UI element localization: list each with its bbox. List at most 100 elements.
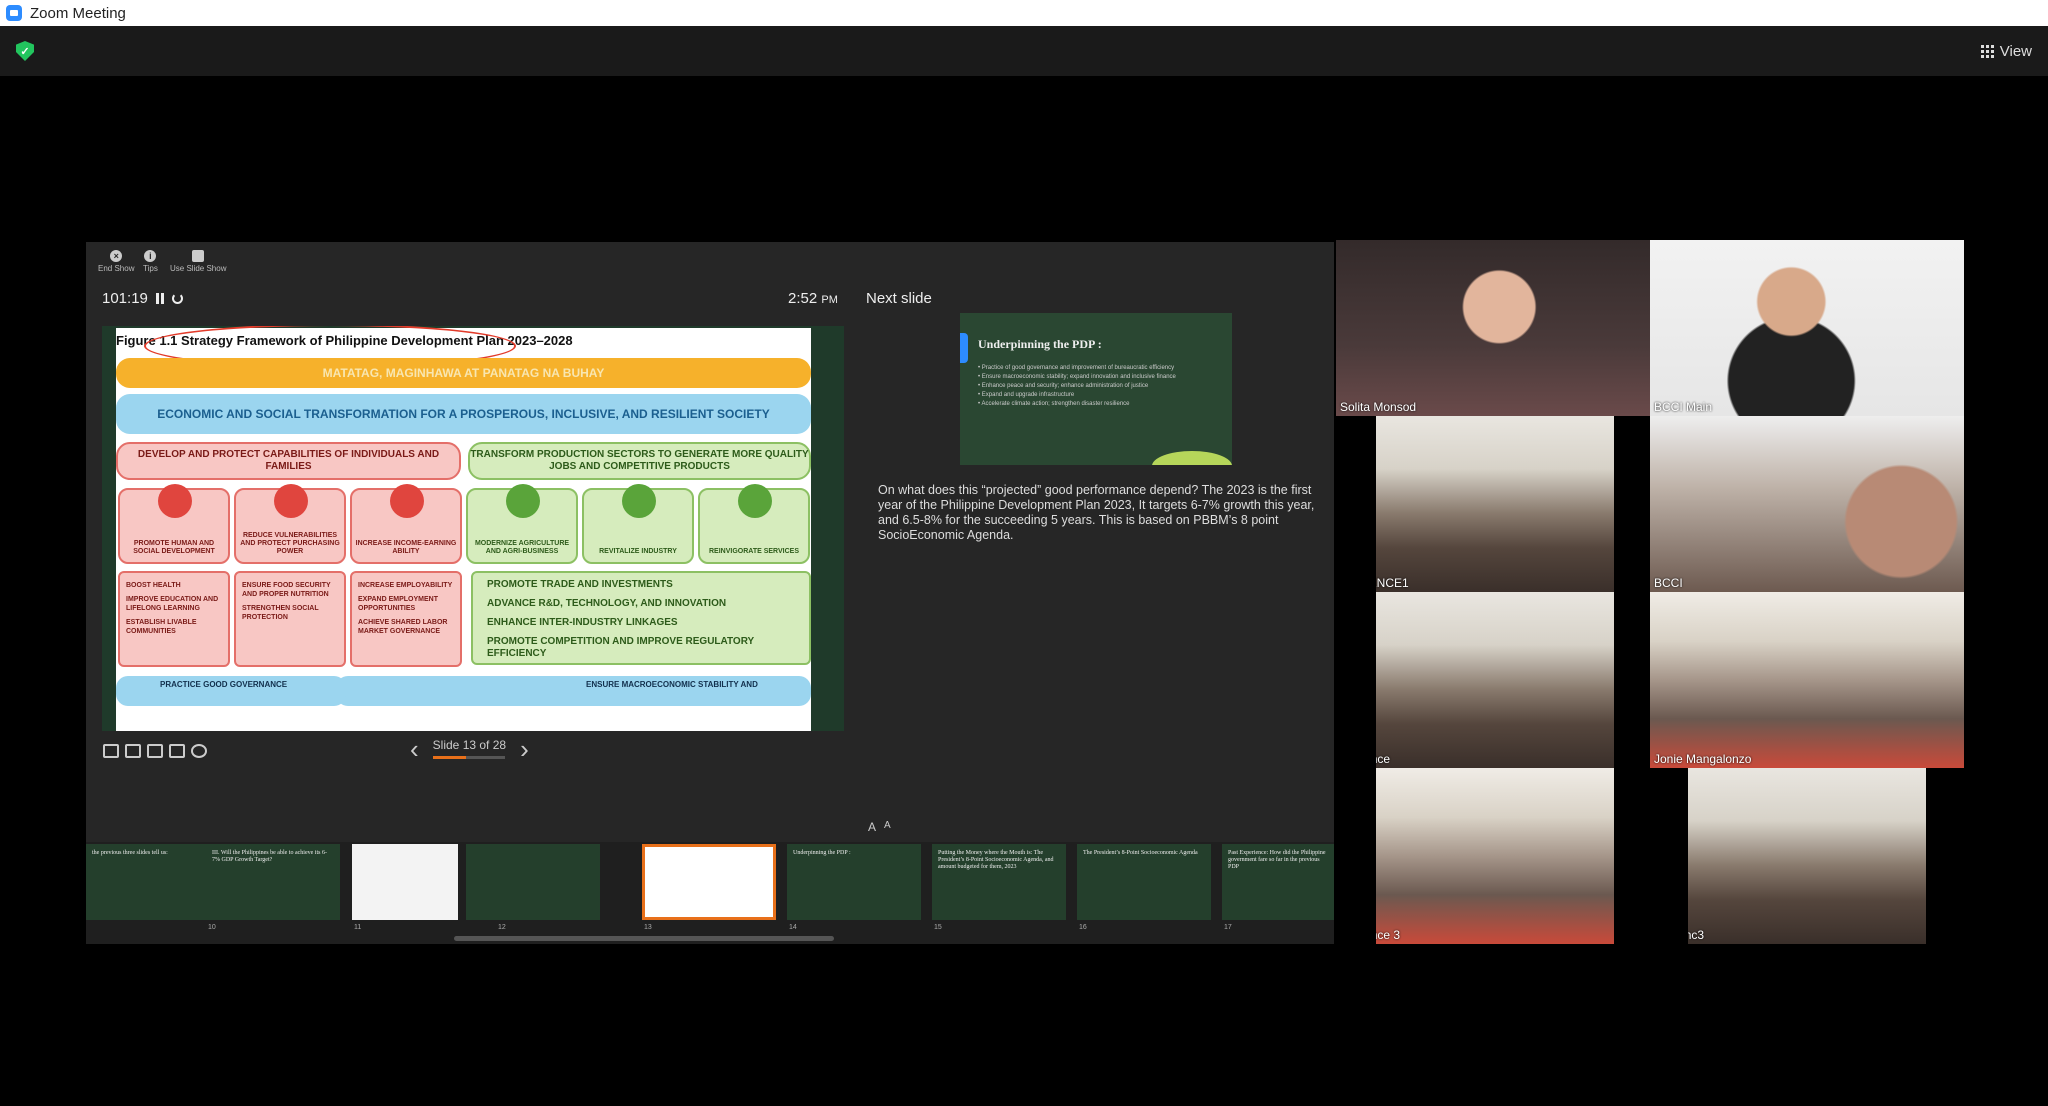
slide-thumbnail[interactable] bbox=[466, 844, 600, 920]
slide-canvas: Figure 1.1 Strategy Framework of Philipp… bbox=[116, 326, 811, 731]
slide-thumbnail-strip: the previous three slides tell us: III. … bbox=[86, 842, 1334, 944]
slide-navigation: ‹ Slide 13 of 28 › bbox=[410, 736, 529, 762]
participant-name: BCCI bbox=[1654, 576, 1683, 590]
pillar: PROMOTE HUMAN AND SOCIAL DEVELOPMENT bbox=[118, 484, 230, 564]
participant-name: Audience 3 bbox=[1340, 928, 1401, 942]
tips-button[interactable]: i Tips bbox=[143, 250, 158, 273]
video-tile[interactable]: BCCI bbox=[1650, 416, 1964, 592]
list-item: Expand and upgrade infrastructure bbox=[978, 391, 1214, 400]
pillar-icon bbox=[158, 484, 192, 518]
thumbnail-number: 11 bbox=[354, 924, 362, 931]
pillar: REINVIGORATE SERVICES bbox=[698, 484, 810, 564]
thumbnail-scrollbar[interactable] bbox=[454, 936, 834, 941]
pillar-icon bbox=[738, 484, 772, 518]
slide-curve bbox=[1152, 451, 1232, 465]
strategy-column: INCREASE EMPLOYABILITY EXPAND EMPLOYMENT … bbox=[350, 571, 462, 667]
participant-name: Solita Monsod bbox=[1340, 400, 1417, 414]
video-tile[interactable]: Audienc3 bbox=[1650, 768, 1926, 944]
pen-icon[interactable] bbox=[103, 744, 119, 758]
view-button-label: View bbox=[1999, 42, 2032, 60]
grid-view-icon bbox=[1980, 44, 1994, 58]
elapsed-timer: 101:19 bbox=[102, 290, 183, 307]
captions-icon[interactable] bbox=[147, 744, 163, 758]
production-band: TRANSFORM PRODUCTION SECTORS TO GENERATE… bbox=[468, 442, 811, 480]
video-tile[interactable]: Audience 3 bbox=[1336, 768, 1614, 944]
elapsed-time: 101:19 bbox=[102, 290, 148, 307]
slideshow-icon bbox=[192, 250, 205, 262]
meeting-topbar: ✓ View bbox=[0, 26, 2048, 76]
pause-icon[interactable] bbox=[155, 293, 164, 304]
strategy-column: BOOST HEALTH IMPROVE EDUCATION AND LIFELO… bbox=[118, 571, 230, 667]
decrease-font-button[interactable]: A bbox=[884, 820, 891, 834]
capabilities-band: DEVELOP AND PROTECT CAPABILITIES OF INDI… bbox=[116, 442, 461, 480]
pillar: MODERNIZE AGRICULTURE AND AGRI-BUSINESS bbox=[466, 484, 578, 564]
pillar-icon bbox=[506, 484, 540, 518]
list-item: Enhance peace and security; enhance admi… bbox=[978, 382, 1214, 391]
slide-thumbnail[interactable]: Putting the Money where the Mouth is: Th… bbox=[932, 844, 1066, 920]
slide-thumbnail-selected[interactable] bbox=[642, 844, 776, 920]
list-item: Accelerate climate action; strengthen di… bbox=[978, 400, 1214, 409]
pillar-icon bbox=[274, 484, 308, 518]
current-slide: Figure 1.1 Strategy Framework of Philipp… bbox=[102, 326, 844, 731]
slide-counter-label: Slide 13 of 28 bbox=[432, 738, 507, 752]
slide-thumbnail[interactable]: III. Will the Philippines be able to ach… bbox=[206, 844, 340, 920]
font-size-controls: A A bbox=[868, 820, 891, 834]
slide-thumbnail[interactable]: The President’s 8-Point Socioeconomic Ag… bbox=[1077, 844, 1211, 920]
strategy-column: ENSURE FOOD SECURITY AND PROPER NUTRITIO… bbox=[234, 571, 346, 667]
security-shield-icon[interactable]: ✓ bbox=[16, 41, 34, 61]
participant-name: BCCI Main bbox=[1654, 400, 1713, 414]
use-slide-show-button[interactable]: Use Slide Show bbox=[170, 250, 226, 273]
speaker-notes: On what does this “projected” good perfo… bbox=[878, 483, 1315, 542]
end-show-button[interactable]: × End Show bbox=[98, 250, 134, 273]
vision-band: MATATAG, MAGINHAWA AT PANATAG NA BUHAY bbox=[116, 358, 811, 388]
thumbnail-number: 17 bbox=[1224, 924, 1232, 931]
close-icon: × bbox=[110, 250, 123, 262]
slide-progress-bar bbox=[432, 756, 505, 759]
thumbnail-number: 13 bbox=[644, 924, 652, 931]
slide-thumbnail[interactable]: the previous three slides tell us: bbox=[86, 844, 220, 920]
laser-pointer-icon[interactable] bbox=[125, 744, 141, 758]
next-slide-bullets: Practice of good governance and improvem… bbox=[978, 364, 1214, 409]
thumbnail-number: 16 bbox=[1079, 924, 1087, 931]
next-slide-title: Underpinning the PDP : bbox=[978, 337, 1102, 351]
video-tile[interactable]: Jonie Mangalonzo bbox=[1650, 592, 1964, 768]
thumbnail-number: 12 bbox=[498, 924, 506, 931]
slide-thumbnail[interactable]: Underpinning the PDP : bbox=[787, 844, 921, 920]
production-strategies: PROMOTE TRADE AND INVESTMENTS ADVANCE R&D… bbox=[471, 571, 811, 665]
window-titlebar: Zoom Meeting bbox=[0, 0, 2048, 26]
list-item: Practice of good governance and improvem… bbox=[978, 364, 1214, 373]
window-title: Zoom Meeting bbox=[30, 4, 126, 22]
bottom-band-right: ENSURE MACROECONOMIC STABILITY AND bbox=[336, 676, 811, 706]
video-tile[interactable]: Audience bbox=[1336, 592, 1614, 768]
participant-name: Audience bbox=[1340, 752, 1391, 766]
next-slide-preview[interactable]: Underpinning the PDP : Practice of good … bbox=[960, 313, 1232, 465]
slide-thumbnail[interactable]: Past Experience: How did the Philippine … bbox=[1222, 844, 1334, 920]
list-item: Ensure macroeconomic stability; expand i… bbox=[978, 373, 1214, 382]
view-button[interactable]: View bbox=[1980, 42, 2032, 60]
pillar: REVITALIZE INDUSTRY bbox=[582, 484, 694, 564]
current-time: 2:52 PM bbox=[788, 290, 838, 307]
next-slide-label: Next slide bbox=[866, 290, 932, 307]
zoom-app-icon bbox=[6, 5, 22, 21]
info-icon: i bbox=[144, 250, 157, 262]
slide-accent bbox=[960, 333, 968, 363]
participant-name: AUDIENCE1 bbox=[1340, 576, 1409, 590]
video-tile[interactable]: Solita Monsod bbox=[1336, 240, 1650, 416]
increase-font-button[interactable]: A bbox=[868, 820, 876, 834]
bottom-band-left: PRACTICE GOOD GOVERNANCE bbox=[116, 676, 346, 706]
video-tile[interactable]: BCCI Main bbox=[1650, 240, 1964, 416]
video-tile[interactable]: AUDIENCE1 bbox=[1336, 416, 1614, 592]
pillar-icon bbox=[390, 484, 424, 518]
thumbnail-number: 14 bbox=[789, 924, 797, 931]
goal-band: ECONOMIC AND SOCIAL TRANSFORMATION FOR A… bbox=[116, 394, 811, 434]
camera-off-icon[interactable] bbox=[169, 744, 185, 758]
thumbnail-number: 15 bbox=[934, 924, 942, 931]
slide-thumbnail[interactable] bbox=[352, 844, 458, 920]
previous-slide-icon[interactable]: ‹ bbox=[410, 736, 419, 762]
participant-name: Jonie Mangalonzo bbox=[1654, 752, 1752, 766]
next-slide-icon[interactable]: › bbox=[520, 736, 529, 762]
reset-timer-icon[interactable] bbox=[171, 293, 183, 304]
pillar-icon bbox=[622, 484, 656, 518]
more-options-icon[interactable] bbox=[191, 744, 207, 758]
slide-counter: Slide 13 of 28 bbox=[432, 738, 507, 759]
